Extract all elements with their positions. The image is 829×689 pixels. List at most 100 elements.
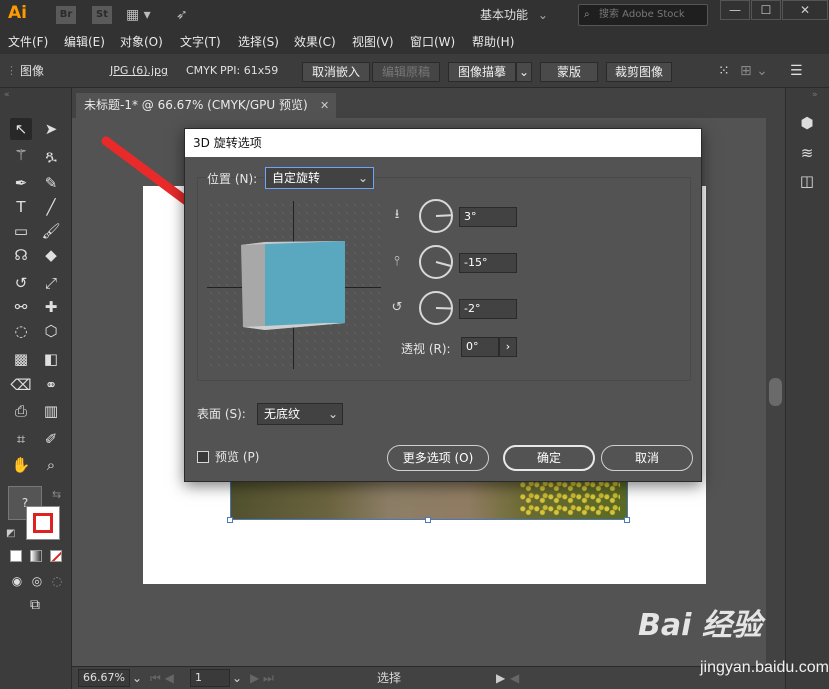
default-colors-icon[interactable]: ◩ — [6, 528, 15, 539]
rectangle-tool-icon[interactable]: ▭ — [10, 220, 32, 242]
align-grid-icon[interactable]: ⁙ — [718, 54, 730, 88]
edit-original-button[interactable]: 编辑原稿 — [372, 62, 440, 82]
paintbrush-tool-icon[interactable]: 🖌 — [40, 220, 62, 242]
3d-cube[interactable] — [235, 237, 353, 333]
menu-help[interactable]: 帮助(H) — [472, 30, 514, 54]
x-rotation-dial[interactable] — [419, 199, 453, 233]
width-tool-icon[interactable]: ⚯ — [10, 296, 32, 318]
blend-tool-icon[interactable]: ⚭ — [40, 374, 62, 396]
image-trace-dropdown[interactable]: ⌄ — [516, 62, 532, 82]
y-rotation-input[interactable]: -15° — [459, 253, 517, 273]
none-mode-button[interactable] — [50, 550, 62, 562]
perspective-tool-icon[interactable]: ⬡ — [40, 320, 62, 342]
symbol-sprayer-tool-icon[interactable]: ⎙ — [10, 400, 32, 422]
minimize-button[interactable]: — — [720, 0, 750, 20]
eraser-tool-icon[interactable]: ◆ — [40, 244, 62, 266]
position-select[interactable]: 自定旋转 ⌄ — [265, 167, 374, 189]
workspace-switcher[interactable]: 基本功能 ⌄ — [480, 5, 570, 25]
zoom-tool-icon[interactable]: ⌕ — [40, 454, 62, 476]
draw-normal-icon[interactable]: ◉ — [6, 570, 28, 592]
menu-object[interactable]: 对象(O) — [120, 30, 163, 54]
cancel-button[interactable]: 取消 — [601, 445, 693, 471]
selection-handle[interactable] — [425, 517, 431, 523]
draw-inside-icon[interactable]: ◌ — [46, 570, 68, 592]
grid-layout-icon[interactable]: ▦ ▾ — [126, 6, 151, 24]
mask-button[interactable]: 蒙版 — [540, 62, 598, 82]
gradient-tool-icon[interactable]: ◧ — [40, 348, 62, 370]
linked-file-name[interactable]: JPG (6).jpg — [110, 54, 168, 88]
libraries-icon[interactable]: ⬢ — [796, 112, 818, 134]
maximize-button[interactable]: ☐ — [751, 0, 781, 20]
slice-tool-icon[interactable]: ✐ — [40, 428, 62, 450]
graph-tool-icon[interactable]: ▥ — [40, 400, 62, 422]
color-mode-button[interactable] — [10, 550, 22, 562]
menu-effect[interactable]: 效果(C) — [294, 30, 336, 54]
crop-image-button[interactable]: 裁剪图像 — [606, 62, 672, 82]
menu-view[interactable]: 视图(V) — [352, 30, 394, 54]
menu-type[interactable]: 文字(T) — [180, 30, 221, 54]
lasso-tool-icon[interactable]: ጿ — [40, 144, 62, 166]
magic-wand-tool-icon[interactable]: ⚚ — [10, 144, 32, 166]
vertical-scrollbar[interactable] — [766, 118, 785, 666]
document-tab[interactable]: 未标题-1* @ 66.67% (CMYK/GPU 预览) ✕ — [76, 93, 336, 118]
bridge-button[interactable]: Br — [56, 6, 76, 24]
menu-window[interactable]: 窗口(W) — [410, 30, 455, 54]
artboards-panel-icon[interactable]: ◫ — [796, 170, 818, 192]
y-rotation-dial[interactable] — [419, 245, 453, 279]
surface-select[interactable]: 无底纹 ⌄ — [257, 403, 343, 425]
status-menu-icon[interactable]: ▶ — [496, 669, 505, 687]
menu-edit[interactable]: 编辑(E) — [64, 30, 105, 54]
selection-handle[interactable] — [227, 517, 233, 523]
scale-tool-icon[interactable]: ⤢ — [40, 272, 62, 294]
panel-menu-icon[interactable]: ☰ — [790, 54, 803, 88]
more-options-button[interactable]: 更多选项 (O) — [387, 445, 489, 471]
artboard-tool-icon[interactable]: ⌗ — [10, 428, 32, 450]
x-rotation-input[interactable]: 3° — [459, 207, 517, 227]
first-artboard-icon[interactable]: ⏮ ◀ — [150, 669, 174, 687]
screen-mode-icon[interactable]: ⧉ — [24, 594, 46, 616]
layers-icon[interactable]: ≋ — [796, 142, 818, 164]
close-button[interactable]: ✕ — [782, 0, 828, 20]
hand-tool-icon[interactable]: ✋ — [10, 454, 32, 476]
perspective-slider-button[interactable]: › — [499, 337, 517, 357]
scroll-thumb[interactable] — [769, 378, 782, 406]
zoom-dropdown-icon[interactable]: ⌄ — [132, 669, 142, 687]
z-rotation-input[interactable]: -2° — [459, 299, 517, 319]
shaper-tool-icon[interactable]: ☊ — [10, 244, 32, 266]
selection-tool-icon[interactable]: ↖ — [10, 118, 32, 140]
stock-button[interactable]: St — [92, 6, 112, 24]
close-tab-icon[interactable]: ✕ — [320, 93, 329, 118]
image-trace-button[interactable]: 图像描摹 — [448, 62, 516, 82]
gradient-mode-button[interactable] — [30, 550, 42, 562]
shape-builder-tool-icon[interactable]: ◌ — [10, 320, 32, 342]
ok-button[interactable]: 确定 — [503, 445, 595, 471]
line-tool-icon[interactable]: ╱ — [40, 196, 62, 218]
search-input[interactable]: ⌕ 搜索 Adobe Stock — [578, 4, 708, 26]
expand-icon[interactable]: » — [812, 90, 818, 100]
rocket-icon[interactable]: ➶ — [176, 6, 188, 24]
artboard-number-field[interactable]: 1 — [190, 669, 230, 687]
transform-icon[interactable]: ⊞ ⌄ — [740, 54, 768, 88]
stroke-swatch[interactable] — [26, 506, 60, 540]
curvature-tool-icon[interactable]: ✎ — [40, 172, 62, 194]
preview-checkbox[interactable] — [197, 451, 209, 463]
menu-select[interactable]: 选择(S) — [238, 30, 279, 54]
unembed-button[interactable]: 取消嵌入 — [302, 62, 370, 82]
menu-file[interactable]: 文件(F) — [8, 30, 48, 54]
artboard-dropdown-icon[interactable]: ⌄ — [232, 669, 242, 687]
collapse-icon[interactable]: « — [4, 90, 10, 100]
direct-selection-tool-icon[interactable]: ➤ — [40, 118, 62, 140]
eyedropper-tool-icon[interactable]: ⌫ — [10, 374, 32, 396]
draw-behind-icon[interactable]: ◎ — [26, 570, 48, 592]
selection-handle[interactable] — [624, 517, 630, 523]
rotate-tool-icon[interactable]: ↺ — [10, 272, 32, 294]
hscroll-left-icon[interactable]: ◀ — [510, 669, 519, 687]
next-artboard-icon[interactable]: ▶ ⏭ — [250, 669, 274, 687]
puppet-warp-tool-icon[interactable]: ✚ — [40, 296, 62, 318]
pen-tool-icon[interactable]: ✒ — [10, 172, 32, 194]
mesh-tool-icon[interactable]: ▩ — [10, 348, 32, 370]
swap-fill-stroke-icon[interactable]: ⇆ — [52, 488, 61, 501]
z-rotation-dial[interactable] — [419, 291, 453, 325]
perspective-input[interactable]: 0° — [461, 337, 499, 357]
zoom-field[interactable]: 66.67% — [78, 669, 130, 687]
